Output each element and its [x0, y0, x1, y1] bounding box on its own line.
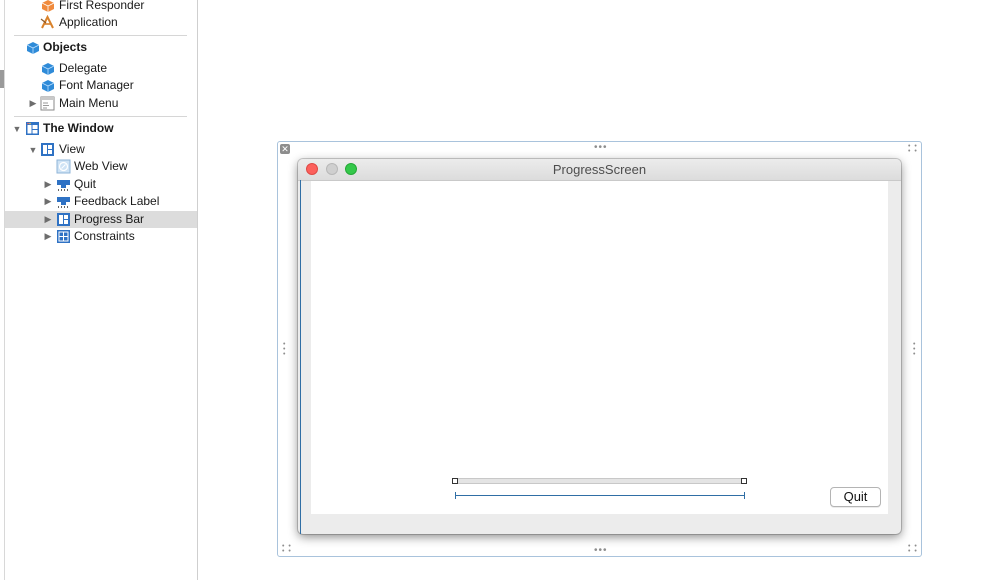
- resize-handle-bottom-icon[interactable]: •••: [594, 546, 608, 556]
- view-icon: [56, 212, 71, 227]
- outline-item-main-menu[interactable]: ▶ Main Menu: [5, 95, 197, 112]
- outline-item-label: Application: [59, 15, 118, 29]
- outline-item-first-responder[interactable]: First Responder: [5, 0, 197, 14]
- progress-bar[interactable]: [455, 478, 744, 484]
- window-icon: [25, 121, 40, 136]
- outline-item-label: Progress Bar: [74, 212, 145, 226]
- selection-handle-left[interactable]: [452, 478, 458, 484]
- outline-item-label: First Responder: [59, 0, 145, 12]
- label-icon: [56, 194, 71, 209]
- constraint-cap: [744, 492, 745, 499]
- resize-handle-right-icon[interactable]: • • •: [913, 341, 917, 358]
- outline-item-label: View: [59, 142, 85, 156]
- outline-item-label: Quit: [74, 177, 97, 191]
- outline-item-label: Feedback Label: [74, 194, 160, 208]
- width-constraint-line[interactable]: [456, 495, 744, 496]
- outline-item-label: Constraints: [74, 229, 135, 243]
- web-view-icon: [56, 159, 71, 174]
- outline-separator: [14, 35, 187, 36]
- selection-handle-right[interactable]: [741, 478, 747, 484]
- resize-handle-corner-icon[interactable]: • • • •: [282, 543, 292, 555]
- quit-button[interactable]: Quit: [830, 487, 881, 507]
- object-cube-icon: [40, 78, 55, 93]
- disclosure-triangle-collapsed-icon[interactable]: ▶: [43, 176, 53, 193]
- outline-item-label: Objects: [43, 40, 88, 54]
- outline-item-label: Main Menu: [59, 96, 119, 110]
- outline-item-label: Delegate: [59, 61, 108, 75]
- outline-item-feedback-label[interactable]: ▶ Feedback Label: [5, 193, 197, 210]
- menu-icon: [40, 96, 55, 111]
- application-icon: [40, 15, 55, 30]
- disclosure-triangle-expanded-icon[interactable]: ▼: [12, 120, 22, 137]
- resize-handle-left-icon[interactable]: • • •: [283, 341, 287, 358]
- scene-close-icon[interactable]: ✕: [280, 144, 290, 154]
- document-outline: First Responder Application Objects Dele…: [0, 0, 198, 580]
- disclosure-triangle-collapsed-icon[interactable]: ▶: [43, 228, 53, 245]
- outline-item-font-manager[interactable]: Font Manager: [5, 77, 197, 94]
- outline-item-the-window[interactable]: ▼ The Window: [5, 120, 197, 137]
- outline-item-label: The Window: [43, 121, 114, 135]
- first-responder-cube-icon: [40, 0, 55, 13]
- disclosure-triangle-collapsed-icon[interactable]: ▶: [28, 95, 38, 112]
- view-icon: [40, 142, 55, 157]
- outline-item-progress-bar[interactable]: ▶ Progress Bar: [5, 211, 197, 228]
- outline-separator: [14, 116, 187, 117]
- outline-item-constraints[interactable]: ▶ Constraints: [5, 228, 197, 245]
- outline-item-web-view[interactable]: Web View: [5, 158, 197, 175]
- outline-item-delegate[interactable]: Delegate: [5, 60, 197, 77]
- disclosure-triangle-expanded-icon[interactable]: ▼: [28, 141, 38, 158]
- button-icon: [56, 177, 71, 192]
- resize-handle-corner-icon[interactable]: • • • •: [908, 543, 918, 555]
- resize-handle-corner-icon[interactable]: • • • •: [908, 143, 918, 155]
- outline-item-view[interactable]: ▼ View: [5, 141, 197, 158]
- web-view[interactable]: [311, 181, 888, 514]
- outline-item-label: Font Manager: [59, 78, 134, 92]
- window-title: ProgressScreen: [552, 162, 647, 177]
- outline-item-application[interactable]: Application: [5, 14, 197, 31]
- window-titlebar[interactable]: ProgressScreen: [298, 159, 901, 181]
- constraints-icon: [56, 229, 71, 244]
- outline-item-objects[interactable]: Objects: [5, 39, 197, 56]
- resize-handle-top-icon[interactable]: •••: [594, 143, 608, 153]
- outline-item-label: Web View: [74, 159, 128, 173]
- disclosure-triangle-collapsed-icon[interactable]: ▶: [43, 193, 53, 210]
- constraint-cap: [455, 492, 456, 499]
- outline-item-quit[interactable]: ▶ Quit: [5, 176, 197, 193]
- object-cube-icon: [40, 61, 55, 76]
- objects-cube-icon: [25, 40, 40, 55]
- disclosure-triangle-collapsed-icon[interactable]: ▶: [43, 211, 53, 228]
- center-alignment-guide: [300, 180, 301, 534]
